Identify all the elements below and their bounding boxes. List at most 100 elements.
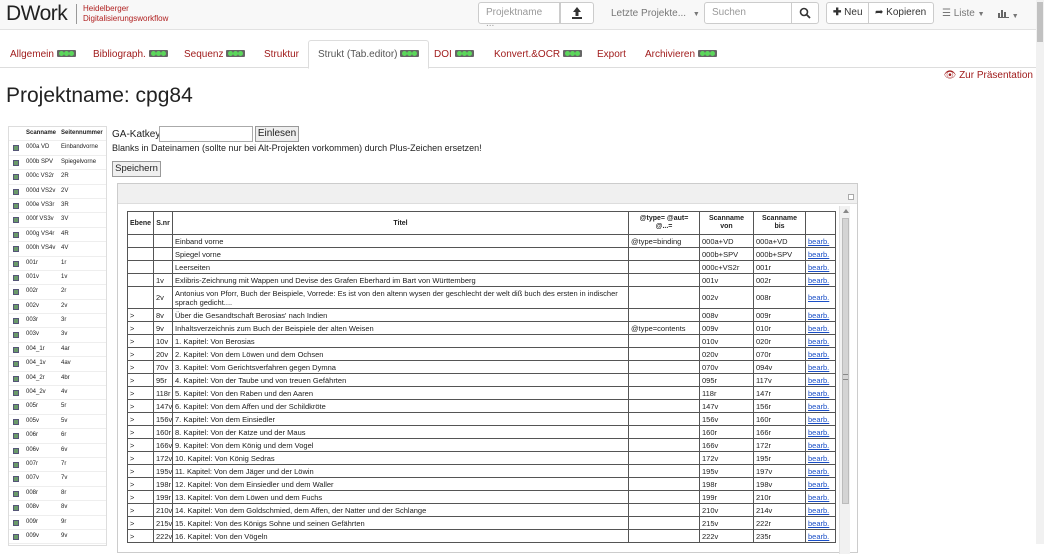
table-scrollbar-thumb[interactable] [842, 218, 849, 504]
list-item[interactable]: 007r 7r [9, 458, 106, 473]
tab-bibliograph[interactable]: Bibliograph. [93, 40, 168, 68]
row-select-checkbox[interactable] [13, 260, 19, 267]
edit-link[interactable]: bearb. [805, 451, 836, 465]
row-select-checkbox[interactable] [13, 476, 19, 483]
edit-link[interactable]: bearb. [805, 464, 836, 478]
edit-link[interactable]: bearb. [805, 234, 836, 248]
list-item[interactable]: 008r 8r [9, 487, 106, 502]
tab-allgemein[interactable]: Allgemein [10, 40, 76, 68]
save-button[interactable]: Speichern [112, 161, 161, 177]
row-select-checkbox[interactable] [13, 246, 19, 253]
row-select-checkbox[interactable] [13, 303, 19, 310]
upload-button[interactable] [560, 2, 594, 24]
edit-link[interactable]: bearb. [805, 503, 836, 517]
row-select-checkbox[interactable] [13, 461, 19, 468]
edit-link[interactable]: bearb. [805, 516, 836, 530]
list-item[interactable]: 000a VD Einbandvorne [9, 141, 106, 156]
list-item[interactable]: 001v 1v [9, 271, 106, 286]
einlesen-button[interactable]: Einlesen [255, 126, 299, 142]
search-button[interactable] [791, 2, 819, 24]
edit-link[interactable]: bearb. [805, 286, 836, 309]
list-item[interactable]: 004_1v 4av [9, 357, 106, 372]
tab-export[interactable]: Export [597, 40, 626, 68]
edit-link[interactable]: bearb. [805, 412, 836, 426]
list-item[interactable]: 003v 3v [9, 328, 106, 343]
row-select-checkbox[interactable] [13, 505, 19, 512]
row-select-checkbox[interactable] [13, 332, 19, 339]
ga-katkey-input[interactable] [159, 126, 253, 142]
list-item[interactable]: 009v 9v [9, 530, 106, 545]
row-select-checkbox[interactable] [13, 533, 19, 540]
edit-link[interactable]: bearb. [805, 347, 836, 361]
page-scrollbar[interactable] [1036, 0, 1044, 544]
list-item[interactable]: 008v 8v [9, 501, 106, 516]
tab-struktur[interactable]: Struktur [264, 40, 299, 68]
list-item[interactable]: 007v 7v [9, 472, 106, 487]
list-item[interactable]: 002v 2v [9, 300, 106, 315]
row-select-checkbox[interactable] [13, 346, 19, 353]
row-select-checkbox[interactable] [13, 519, 19, 526]
new-button[interactable]: ✚ Neu [826, 2, 869, 24]
row-select-checkbox[interactable] [13, 231, 19, 238]
table-scrollbar[interactable] [839, 206, 850, 554]
row-select-checkbox[interactable] [13, 418, 19, 425]
list-item[interactable]: 002r 2r [9, 285, 106, 300]
page-scrollbar-thumb[interactable] [1037, 2, 1043, 42]
edit-link[interactable]: bearb. [805, 386, 836, 400]
list-item[interactable]: 004_2v 4v [9, 386, 106, 401]
list-item[interactable]: 000e VS3r 3R [9, 199, 106, 214]
list-item[interactable]: 001r 1r [9, 257, 106, 271]
presentation-link[interactable]: 👁 Zur Präsentation [944, 70, 1033, 81]
row-select-checkbox[interactable] [13, 188, 19, 195]
row-select-checkbox[interactable] [13, 361, 19, 368]
tab-doi[interactable]: DOI [434, 40, 474, 68]
resize-handle[interactable] [848, 194, 854, 200]
edit-link[interactable]: bearb. [805, 308, 836, 322]
row-select-checkbox[interactable] [13, 390, 19, 397]
row-select-checkbox[interactable] [13, 447, 19, 454]
edit-link[interactable]: bearb. [805, 477, 836, 491]
edit-link[interactable]: bearb. [805, 273, 836, 287]
tab-sequenz[interactable]: Sequenz [184, 40, 246, 68]
list-item[interactable]: 006v 6v [9, 444, 106, 458]
edit-link[interactable]: bearb. [805, 399, 836, 413]
edit-link[interactable]: bearb. [805, 425, 836, 439]
row-select-checkbox[interactable] [13, 433, 19, 440]
recent-projects-dropdown[interactable]: Letzte Projekte... ▼ [611, 8, 700, 19]
list-item[interactable]: 003r 3r [9, 314, 106, 329]
project-name-input[interactable]: Projektname ... [478, 2, 560, 29]
row-select-checkbox[interactable] [13, 202, 19, 209]
row-select-checkbox[interactable] [13, 274, 19, 281]
list-item[interactable]: 000b SPV Spiegelvorne [9, 156, 106, 171]
stats-dropdown[interactable]: ▼ [998, 8, 1019, 21]
edit-link[interactable]: bearb. [805, 373, 836, 387]
list-item[interactable]: 000g VS4r 4R [9, 228, 106, 243]
copy-button[interactable]: ➦ Kopieren [868, 2, 934, 24]
list-item[interactable]: 006r 6r [9, 429, 106, 444]
list-item[interactable]: 005v 5v [9, 415, 106, 430]
row-select-checkbox[interactable] [13, 490, 19, 497]
row-select-checkbox[interactable] [13, 217, 19, 224]
tab-strukt-tabeditor[interactable]: Strukt (Tab.editor) [308, 40, 430, 69]
list-item[interactable]: 000d VS2v 2V [9, 185, 106, 199]
scroll-up-icon[interactable] [843, 209, 849, 213]
edit-link[interactable]: bearb. [805, 490, 836, 504]
brand-logo[interactable]: DWork [6, 2, 68, 26]
search-input[interactable]: Suchen [704, 2, 792, 24]
edit-link[interactable]: bearb. [805, 334, 836, 348]
list-item[interactable]: 004_2r 4br [9, 372, 106, 387]
edit-link[interactable]: bearb. [805, 529, 836, 543]
list-item[interactable]: 009r 9r [9, 516, 106, 530]
tab-archivieren[interactable]: Archivieren [645, 40, 718, 68]
edit-link[interactable]: bearb. [805, 247, 836, 261]
list-item[interactable]: 000h VS4v 4V [9, 242, 106, 257]
row-select-checkbox[interactable] [13, 145, 19, 152]
list-item[interactable]: 004_1r 4ar [9, 343, 106, 358]
edit-link[interactable]: bearb. [805, 321, 836, 335]
row-select-checkbox[interactable] [13, 289, 19, 296]
list-dropdown[interactable]: ☰ Liste ▼ [942, 8, 985, 19]
row-select-checkbox[interactable] [13, 318, 19, 325]
row-select-checkbox[interactable] [13, 375, 19, 382]
list-item[interactable]: 000f VS3v 3V [9, 213, 106, 228]
row-select-checkbox[interactable] [13, 159, 19, 166]
